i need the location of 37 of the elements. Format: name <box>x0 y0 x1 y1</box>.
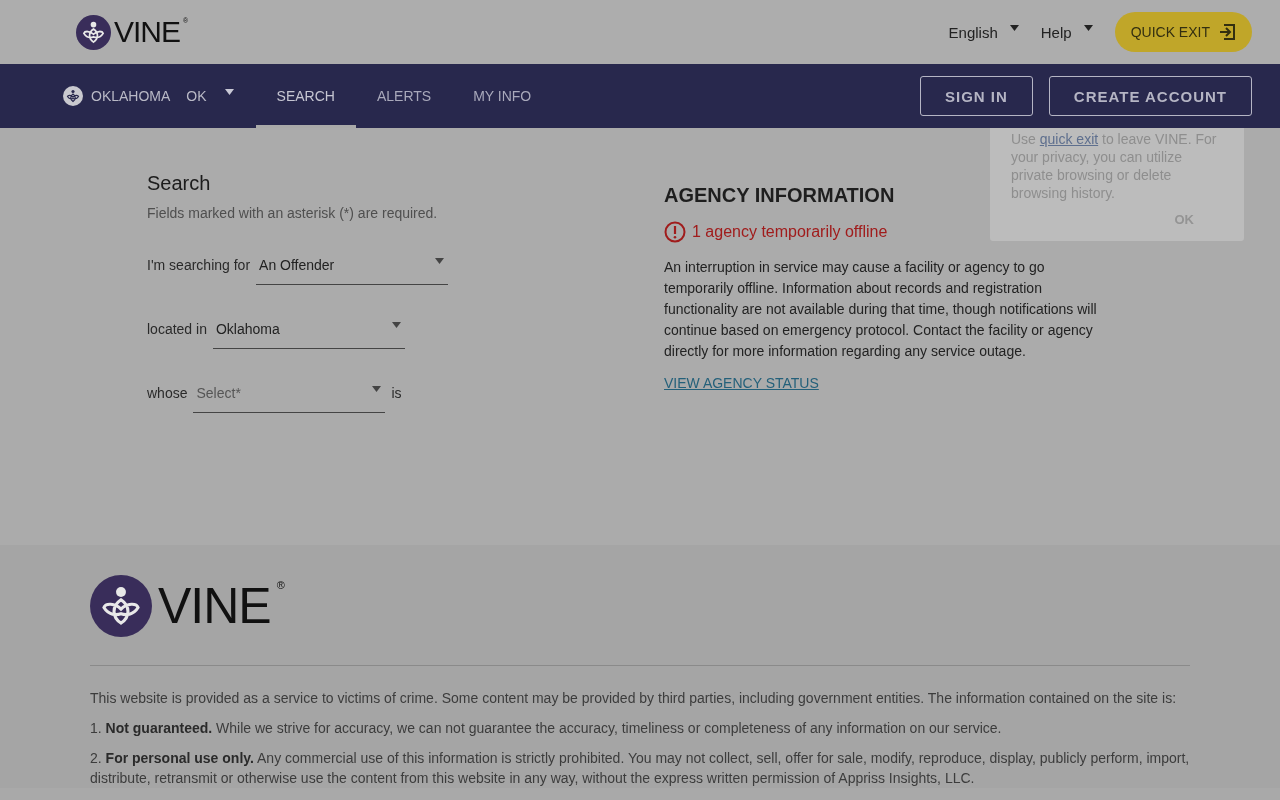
nav-tab[interactable]: ALERTS <box>355 64 453 128</box>
caret-icon <box>435 257 445 264</box>
exit-icon <box>1218 23 1236 41</box>
caret-icon <box>224 89 234 95</box>
logo-text: VINE <box>114 17 181 47</box>
field-label: located in <box>147 321 207 337</box>
field-label: whose <box>147 385 188 401</box>
quick-exit-button[interactable]: QUICK EXIT <box>1114 12 1252 52</box>
disclaimer-paragraph: 1. Not guaranteed. While we strive for accuracy, we can not guarantee the accuracy, timeliness or completeness of any information on our service. <box>90 719 1003 738</box>
alert-text: 1 agency temporarily offline <box>692 223 888 241</box>
field-label: I'm searching for <box>147 257 251 273</box>
state-icon <box>63 86 83 106</box>
logo-icon <box>90 575 152 637</box>
caret-icon <box>391 321 401 328</box>
caret-icon <box>1009 25 1019 31</box>
field-label: is <box>391 385 402 401</box>
caret-icon <box>1083 25 1093 31</box>
logo-text: VINE <box>158 581 271 631</box>
agency-description: An interruption in service may cause a facility or agency to go temporarily offline. Information about records and registration functionality are not available during that time, though notifications will continue based on emergency protocol. Contact the facility or agency directly for more information regarding any service outage. <box>664 258 1098 361</box>
logo-icon <box>76 14 111 50</box>
required-hint: Fields marked with an asterisk (*) are required. <box>147 205 439 221</box>
create-account-button[interactable]: CREATE ACCOUNT <box>1048 76 1252 116</box>
select-field[interactable]: Oklahoma <box>212 309 405 349</box>
state-menu[interactable]: OK <box>186 88 234 104</box>
disclaimer-paragraph: 2. For personal use only. Any commercial use of this information is strictly prohibited. You may not collect, sell, offer for sale, modify, reproduce, display, publicly perform, import, distribute, retransmit or otherwise use the content from this website in any way, without the express written permission of Appriss Insights, LLC. <box>90 749 1190 788</box>
nav-tab[interactable]: MY INFO <box>452 64 553 128</box>
language-menu[interactable]: English <box>948 23 1019 41</box>
sign-in-button[interactable]: SIGN IN <box>920 76 1033 116</box>
state-name: OKLAHOMA <box>91 88 171 104</box>
search-title: Search <box>147 172 212 195</box>
registered-mark: ® <box>276 579 285 591</box>
disclaimer-paragraph: This website is provided as a service to victims of crime. Some content may be provided by third parties, including government entities. The information contained on the site is: <box>90 689 1178 708</box>
caret-icon <box>372 385 382 392</box>
help-menu[interactable]: Help <box>1040 23 1093 41</box>
select-field[interactable]: An Offender <box>256 245 449 285</box>
agency-title: AGENCY INFORMATION <box>664 184 895 207</box>
alert-icon <box>664 221 686 243</box>
